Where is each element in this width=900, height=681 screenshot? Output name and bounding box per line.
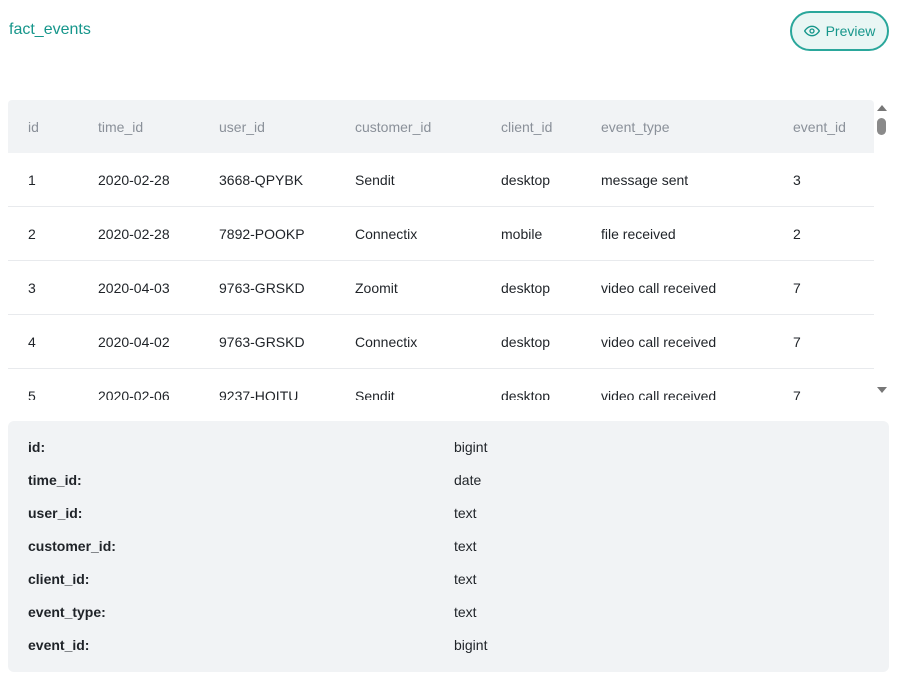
- table-cell: 1: [28, 171, 36, 188]
- table-cell: Sendit: [355, 387, 395, 401]
- table-cell: 2: [793, 225, 801, 242]
- column-header[interactable]: client_id: [501, 100, 552, 153]
- schema-row: time_id: date: [8, 472, 889, 492]
- eye-icon: [803, 25, 820, 37]
- table-cell: 7: [793, 387, 801, 401]
- schema-column-type: text: [454, 505, 477, 521]
- table-cell: 4: [28, 333, 36, 350]
- table-cell: 7892-POOKP: [219, 225, 305, 242]
- table-cell: 2: [28, 225, 36, 242]
- table-row: 3 2020-04-03 9763-GRSKD Zoomit desktop v…: [8, 261, 874, 315]
- table-row: 2 2020-02-28 7892-POOKP Connectix mobile…: [8, 207, 874, 261]
- table-cell: desktop: [501, 171, 551, 188]
- table-cell: 2020-04-02: [98, 333, 170, 350]
- table-row: 5 2020-02-06 9237-HOITU Sendit desktop v…: [8, 369, 874, 401]
- table-cell: 5: [28, 387, 36, 401]
- schema-column-type: text: [454, 604, 477, 620]
- table-cell: desktop: [501, 387, 551, 401]
- schema-column-name: id:: [28, 439, 46, 455]
- table-cell: 2020-02-28: [98, 225, 170, 242]
- table-cell: Connectix: [355, 333, 418, 350]
- table-cell: 3: [28, 279, 36, 296]
- table-cell: video call received: [601, 279, 717, 296]
- table-cell: Zoomit: [355, 279, 398, 296]
- schema-row: id: bigint: [8, 439, 889, 459]
- schema-row: event_id: bigint: [8, 637, 889, 657]
- schema-column-name: client_id:: [28, 571, 90, 587]
- table-cell: 7: [793, 333, 801, 350]
- table-cell: message sent: [601, 171, 689, 188]
- table-cell: desktop: [501, 333, 551, 350]
- table-cell: 3: [793, 171, 801, 188]
- table-cell: 2020-02-06: [98, 387, 170, 401]
- schema-column-type: text: [454, 538, 477, 554]
- schema-column-type: text: [454, 571, 477, 587]
- table-cell: Sendit: [355, 171, 395, 188]
- table-cell: video call received: [601, 387, 717, 401]
- schema-column-name: user_id:: [28, 505, 83, 521]
- column-header[interactable]: customer_id: [355, 100, 431, 153]
- schema-column-name: customer_id:: [28, 538, 116, 554]
- table-header-row: id time_id user_id customer_id client_id…: [8, 100, 874, 153]
- scroll-thumb[interactable]: [877, 118, 886, 135]
- schema-column-type: bigint: [454, 637, 488, 653]
- table-cell: desktop: [501, 279, 551, 296]
- scroll-up-arrow-icon[interactable]: [877, 105, 887, 111]
- column-header[interactable]: user_id: [219, 100, 265, 153]
- schema-column-type: date: [454, 472, 482, 488]
- scroll-down-arrow-icon[interactable]: [877, 387, 887, 393]
- schema-row: event_type: text: [8, 604, 889, 624]
- column-header[interactable]: time_id: [98, 100, 143, 153]
- table-title: fact_events: [9, 21, 91, 38]
- table-cell: Connectix: [355, 225, 418, 242]
- table-cell: 3668-QPYBK: [219, 171, 304, 188]
- table-cell: 2020-02-28: [98, 171, 170, 188]
- column-header[interactable]: event_type: [601, 100, 670, 153]
- column-header[interactable]: event_id: [793, 100, 846, 153]
- schema-row: client_id: text: [8, 571, 889, 591]
- column-header[interactable]: id: [28, 100, 39, 153]
- table-cell: 9763-GRSKD: [219, 279, 305, 296]
- preview-button-label: Preview: [825, 23, 876, 39]
- schema-row: customer_id: text: [8, 538, 889, 558]
- schema-column-name: event_type:: [28, 604, 106, 620]
- schema-panel: id: bigint time_id: date user_id: text c…: [8, 421, 889, 672]
- schema-row: user_id: text: [8, 505, 889, 525]
- table-preview-page: fact_events Preview id time_id user_id c…: [0, 0, 900, 681]
- schema-column-type: bigint: [454, 439, 488, 455]
- table-cell: 2020-04-03: [98, 279, 170, 296]
- table-cell: mobile: [501, 225, 543, 242]
- schema-column-name: time_id:: [28, 472, 82, 488]
- data-table: id time_id user_id customer_id client_id…: [8, 100, 874, 400]
- schema-column-name: event_id:: [28, 637, 90, 653]
- table-scrollbar[interactable]: [876, 101, 888, 397]
- table-row: 4 2020-04-02 9763-GRSKD Connectix deskto…: [8, 315, 874, 369]
- table-cell: video call received: [601, 333, 717, 350]
- table-cell: 9237-HOITU: [219, 387, 299, 401]
- table-cell: file received: [601, 225, 676, 242]
- table-row: 1 2020-02-28 3668-QPYBK Sendit desktop m…: [8, 153, 874, 207]
- table-cell: 9763-GRSKD: [219, 333, 305, 350]
- preview-button[interactable]: Preview: [790, 11, 889, 51]
- table-cell: 7: [793, 279, 801, 296]
